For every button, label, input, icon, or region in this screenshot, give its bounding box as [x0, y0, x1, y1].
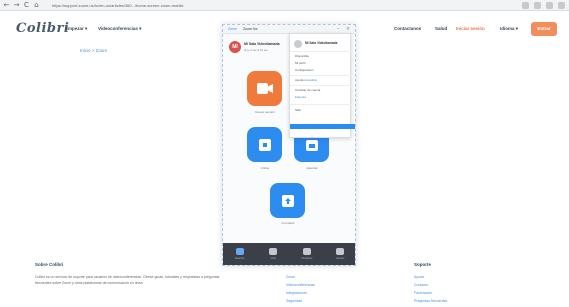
contacts-icon: [302, 248, 311, 255]
avatar: [294, 40, 302, 48]
nav-tab-chat[interactable]: Chat: [257, 243, 291, 265]
extension-icon[interactable]: [534, 2, 541, 9]
dropdown-tag: Actualizar: [304, 78, 318, 82]
footer-link[interactable]: Videoconferencias: [286, 283, 315, 288]
breadcrumb[interactable]: Inicio > Zoom: [80, 48, 107, 54]
share-screen-label: Compartir: [281, 221, 295, 225]
nav-empezar[interactable]: Empezar ▾: [65, 26, 87, 32]
gear-icon: [336, 248, 345, 255]
dropdown-item[interactable]: Mi perfil: [295, 61, 306, 65]
divider: [290, 51, 352, 52]
site-logo[interactable]: Colibri: [16, 21, 69, 37]
back-icon[interactable]: ←: [2, 1, 11, 10]
dropdown-tag: Etiqueta: [295, 95, 307, 99]
nav-tab-label: Contactos: [301, 257, 313, 260]
schedule-label: Agendar: [306, 166, 318, 170]
browser-extensions: [522, 1, 565, 10]
chat-icon: [269, 248, 278, 255]
new-meeting-button[interactable]: [247, 71, 282, 106]
nav-login[interactable]: Iniciar sesión: [456, 26, 485, 32]
close-icon[interactable]: ×: [345, 26, 351, 32]
footer-link[interactable]: Seguridad: [286, 299, 302, 304]
enter-button[interactable]: Entrar: [531, 22, 557, 36]
dropdown-item-label: Cambiar de cuenta: [295, 88, 321, 92]
home-icon: [235, 248, 244, 255]
new-meeting-label: Nueva reunión: [255, 110, 275, 114]
footer-link[interactable]: Facturación: [414, 291, 432, 296]
dropdown-item[interactable]: Cambiar de cuenta: [295, 88, 320, 92]
profile-icon[interactable]: [546, 2, 553, 9]
divider: [290, 104, 352, 105]
share-icon: [281, 194, 294, 207]
phone-tab[interactable]: Zoom: [228, 27, 237, 32]
join-label: Unirse: [260, 166, 270, 170]
dropdown-highlight: [290, 124, 355, 129]
profile-dropdown: Mi Sala Videollamada Disponible Mi perfi…: [289, 33, 352, 138]
home-icon[interactable]: ⌂: [32, 1, 41, 10]
nav-tab-label: Chat: [270, 257, 276, 260]
nav-tab-label: Ajustes: [336, 257, 345, 260]
avatar[interactable]: MI: [229, 41, 241, 53]
share-screen-button[interactable]: [270, 183, 305, 218]
profile-subtitle: Hoy a las 9:41 am: [244, 48, 269, 52]
divider: [290, 75, 352, 76]
dropdown-item[interactable]: Ayuda Actualizar: [295, 78, 317, 82]
footer-link[interactable]: Ayuda: [414, 275, 424, 280]
nav-tab-meetings[interactable]: Reunión: [223, 243, 257, 265]
footer-link[interactable]: Contacto: [414, 283, 428, 288]
nav-tab-settings[interactable]: Ajustes: [324, 243, 356, 265]
join-icon: [258, 138, 271, 151]
calendar-icon: [305, 139, 318, 151]
divider: [290, 85, 352, 86]
footer-link[interactable]: Preguntas frecuentes: [414, 299, 447, 304]
phone-title: Zoom Inc: [243, 27, 258, 31]
footer-about-heading: Sobre Colibri: [35, 262, 64, 267]
dropdown-name: Mi Sala Videollamada: [305, 41, 338, 45]
minimize-icon[interactable]: –: [335, 26, 341, 32]
dropdown-item[interactable]: Disponible: [295, 54, 309, 58]
nav-videoconferencias[interactable]: Videoconferencias ▾: [98, 26, 141, 32]
footer-link[interactable]: Zoom: [286, 275, 295, 280]
nav-tab-label: Reunión: [235, 257, 245, 260]
address-bar[interactable]: https://support.zoom.us/hc/en-us/article…: [52, 1, 352, 10]
dropdown-item[interactable]: Configuración: [295, 68, 314, 72]
footer-link[interactable]: Integraciones: [286, 291, 307, 296]
video-camera-icon: [256, 83, 273, 94]
phone-bottom-nav: Reunión Chat Contactos Ajustes: [223, 243, 356, 265]
footer-about-text: Colibri es un servicio de soporte para u…: [35, 275, 220, 285]
forward-icon[interactable]: →: [12, 1, 21, 10]
nav-contactanos[interactable]: Contactanos: [394, 26, 421, 32]
nav-salud[interactable]: Salud: [435, 26, 447, 32]
join-button[interactable]: [247, 127, 282, 162]
dropdown-item-label: Ayuda: [295, 78, 304, 82]
nav-language[interactable]: Idioma ▾: [500, 26, 518, 32]
dropdown-item[interactable]: Etiqueta: [295, 95, 306, 99]
footer-support-heading: Soporte: [414, 262, 432, 267]
browser-toolbar: ← → C ⌂ https://support.zoom.us/hc/en-us…: [0, 0, 569, 11]
menu-icon[interactable]: [558, 2, 565, 9]
dropdown-item[interactable]: Salir: [295, 108, 301, 112]
profile-name: Mi Sala Videollamada: [244, 42, 280, 46]
reload-icon[interactable]: C: [22, 1, 31, 10]
nav-tab-contacts[interactable]: Contactos: [290, 243, 324, 265]
star-icon[interactable]: [522, 2, 529, 9]
